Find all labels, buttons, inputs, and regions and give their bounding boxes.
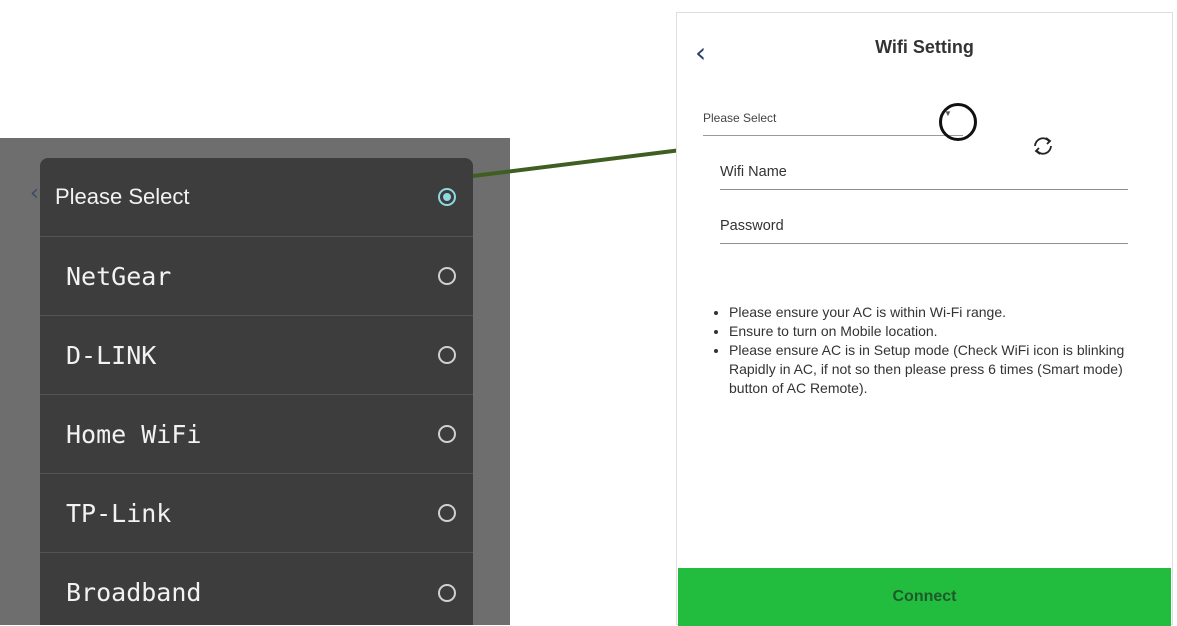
instructions: Please ensure your AC is within Wi-Fi ra… [711,303,1141,398]
highlight-circle [939,103,977,141]
dropdown-option[interactable]: Broadband [40,553,473,625]
wifi-setting-screen: ‹ Wifi Setting Please Select ▼ Wifi Name… [676,12,1173,626]
wifi-router-select[interactable]: Please Select ▼ [703,109,963,136]
instruction-item: Please ensure AC is in Setup mode (Check… [729,341,1141,398]
dropdown-option-label: TP-Link [66,498,172,528]
dropdown-option[interactable]: D-LINK [40,316,473,395]
dropdown-option-label: Home WiFi [66,419,202,449]
page-title: Wifi Setting [875,37,974,57]
dropdown-option[interactable]: TP-Link [40,474,473,553]
radio-unselected-icon[interactable] [438,267,456,285]
dropdown-option-label: Please Select [55,184,190,209]
radio-unselected-icon[interactable] [438,346,456,364]
background-back-chevron-icon: ‹ [30,181,39,206]
password-field[interactable]: Password [720,215,1128,244]
radio-unselected-icon[interactable] [438,425,456,443]
radio-selected-icon[interactable] [438,188,456,206]
dropdown-option[interactable]: Please Select [40,158,473,237]
dropdown-option[interactable]: Home WiFi [40,395,473,474]
radio-unselected-icon[interactable] [438,504,456,522]
connect-button[interactable]: Connect [678,568,1171,626]
dropdown-option-label: D-LINK [66,340,157,370]
select-value: Please Select [703,111,777,125]
instruction-item: Ensure to turn on Mobile location. [729,322,1141,341]
radio-unselected-icon[interactable] [438,583,456,602]
instruction-item: Please ensure your AC is within Wi-Fi ra… [729,303,1141,322]
dropdown-option-label: NetGear [66,261,172,291]
refresh-icon[interactable] [1031,134,1055,158]
wifi-name-placeholder: Wifi Name [720,164,787,180]
wifi-select-dropdown: Please Select NetGear D-LINK Home WiFi T… [40,158,473,625]
password-placeholder: Password [720,218,784,234]
wifi-name-field[interactable]: Wifi Name [720,161,1128,190]
dropdown-option-label: Broadband [66,578,202,607]
dropdown-option[interactable]: NetGear [40,237,473,316]
